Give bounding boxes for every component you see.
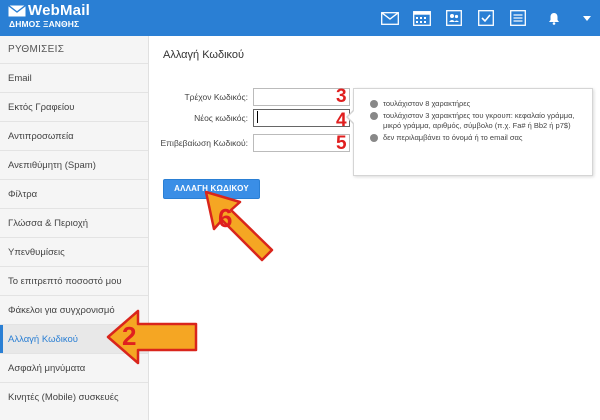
hint-item: δεν περιλαμβάνει το όνομά ή το email σας	[370, 133, 586, 144]
sidebar-header: ΡΥΘΜΙΣΕΙΣ	[8, 44, 65, 55]
logo-envelope-icon	[8, 5, 26, 17]
tasks-icon[interactable]	[470, 0, 502, 36]
notifications-icon[interactable]	[534, 0, 574, 36]
logo-subtitle: ΔΗΜΟΣ ΞΑΝΘΗΣ	[9, 19, 80, 29]
sidebar-item-delegation[interactable]: Αντιπροσωπεία	[0, 121, 148, 150]
step-2-number: 2	[122, 321, 137, 351]
dropdown-caret-icon[interactable]	[574, 0, 600, 36]
calendar-icon[interactable]	[406, 0, 438, 36]
text-caret	[257, 111, 258, 123]
logo-title: WebMail	[28, 2, 90, 19]
step-2-arrow-icon	[106, 309, 198, 365]
top-bar: WebMail ΔΗΜΟΣ ΞΑΝΘΗΣ	[0, 0, 600, 36]
bullet-icon	[370, 111, 378, 120]
step-5-number: 5	[336, 133, 347, 154]
step-6-number: 6	[218, 203, 233, 233]
webmail-logo[interactable]: WebMail ΔΗΜΟΣ ΞΑΝΘΗΣ	[8, 3, 90, 29]
sidebar-item-reminders[interactable]: Υπενθυμίσεις	[0, 237, 148, 266]
confirm-password-label: Επιβεβαίωση Κωδικού:	[160, 138, 248, 148]
bullet-icon	[370, 133, 378, 142]
hint-item: τουλάχιστον 3 χαρακτήρες του γκρουπ: κεφ…	[370, 111, 586, 132]
hint-item: τουλάχιστον 8 χαρακτήρες	[370, 99, 586, 110]
mail-icon[interactable]	[374, 0, 406, 36]
sidebar-item-quota[interactable]: Το επιτρεπτό ποσοστό μου	[0, 266, 148, 295]
sidebar-item-filters[interactable]: Φίλτρα	[0, 179, 148, 208]
new-password-label: Νέος κωδικός:	[194, 113, 248, 123]
sidebar-item-email[interactable]: Email	[0, 63, 148, 92]
step-4-number: 4	[336, 110, 347, 131]
page-title: Αλλαγή Κωδικού	[163, 49, 245, 61]
current-password-label: Τρέχον Κωδικός:	[184, 92, 248, 102]
sidebar-item-out-of-office[interactable]: Εκτός Γραφείου	[0, 92, 148, 121]
sidebar-item-spam[interactable]: Ανεπιθύμητη (Spam)	[0, 150, 148, 179]
contacts-icon[interactable]	[438, 0, 470, 36]
password-requirements-tooltip: τουλάχιστον 8 χαρακτήρες τουλάχιστον 3 χ…	[353, 88, 593, 176]
step-6-arrow-icon	[204, 190, 274, 262]
sidebar-item-mobile-devices[interactable]: Κινητές (Mobile) συσκευές	[0, 382, 148, 411]
sidebar-item-language-region[interactable]: Γλώσσα & Περιοχή	[0, 208, 148, 237]
step-3-number: 3	[336, 86, 347, 107]
hint-pointer-inner	[348, 111, 354, 123]
top-nav-icons	[374, 0, 600, 36]
bullet-icon	[370, 100, 378, 108]
notes-icon[interactable]	[502, 0, 534, 36]
